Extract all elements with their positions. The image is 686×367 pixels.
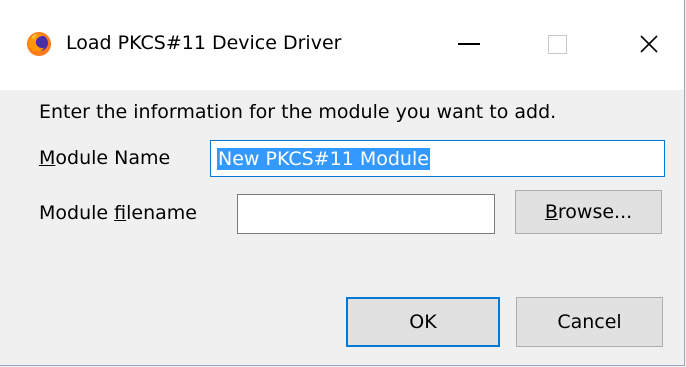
instruction-text: Enter the information for the module you… (39, 101, 557, 123)
cancel-button[interactable]: Cancel (516, 297, 663, 347)
module-filename-label: Module filename (39, 202, 197, 224)
module-name-input[interactable]: New PKCS#11 Module (210, 140, 665, 177)
module-filename-accelerator: f (114, 202, 127, 224)
module-filename-label-text: ilename (126, 202, 197, 224)
browse-label: rowse... (557, 201, 633, 223)
dialog-window: Load PKCS#11 Device Driver Enter the inf… (0, 0, 685, 366)
minimize-button[interactable] (446, 22, 492, 66)
module-name-label-text: odule Name (55, 147, 171, 169)
close-icon (640, 35, 658, 53)
window-title: Load PKCS#11 Device Driver (66, 32, 342, 54)
title-bar[interactable]: Load PKCS#11 Device Driver (0, 0, 684, 90)
module-name-value: New PKCS#11 Module (217, 147, 430, 170)
module-name-label: Module Name (39, 147, 170, 169)
browse-button[interactable]: Browse... (515, 190, 662, 234)
firefox-icon (27, 32, 51, 56)
ok-button[interactable]: OK (346, 297, 500, 347)
maximize-button[interactable] (534, 22, 580, 66)
module-name-accelerator: M (39, 147, 56, 169)
browse-accelerator: B (544, 201, 558, 223)
minimize-icon (458, 43, 480, 45)
maximize-icon (547, 34, 567, 54)
module-filename-label-pre: Module (39, 202, 115, 224)
module-filename-input[interactable] (237, 194, 495, 234)
close-button[interactable] (626, 22, 672, 66)
